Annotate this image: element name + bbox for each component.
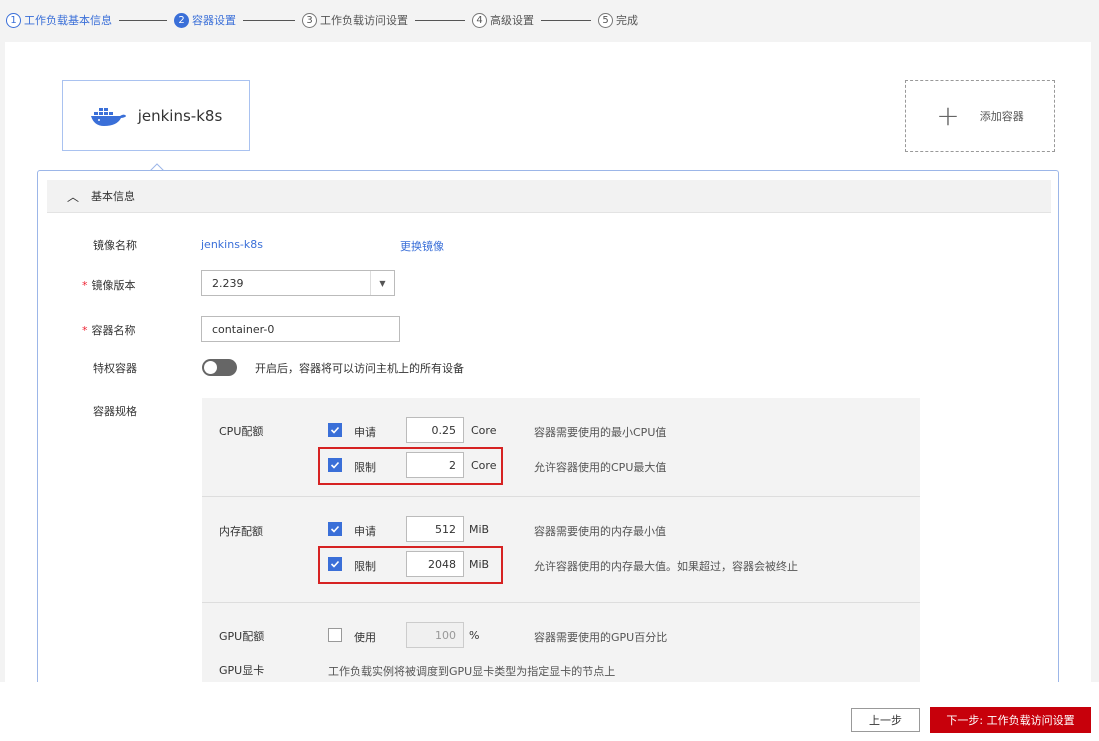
spec-divider (202, 602, 920, 603)
step-connector (541, 19, 591, 21)
checkmark-icon (330, 426, 340, 434)
memory-request-checkbox[interactable] (328, 522, 342, 536)
image-version-value: 2.239 (212, 276, 244, 290)
dropdown-arrow-icon: ▼ (370, 271, 394, 295)
spec-divider (202, 496, 920, 497)
gpu-use-label: 使用 (354, 631, 376, 644)
step-connector (415, 19, 465, 21)
image-version-select[interactable]: 2.239 ▼ (201, 270, 395, 296)
memory-request-label: 申请 (354, 525, 376, 538)
memory-request-unit: MiB (469, 523, 490, 536)
step-label: 高级设置 (490, 14, 534, 27)
container-settings-panel: jenkins-k8s + 添加容器 ︿ 基本信息 镜像名称 jenkins-k… (5, 42, 1091, 698)
previous-step-button[interactable]: 上一步 (851, 708, 920, 732)
image-name-label: 镜像名称 (93, 239, 137, 252)
privileged-hint: 开启后，容器将可以访问主机上的所有设备 (255, 362, 464, 375)
container-tab-jenkins-k8s[interactable]: jenkins-k8s (62, 80, 250, 151)
step-label: 完成 (616, 14, 638, 27)
gpu-quota-label: GPU配额 (219, 630, 265, 643)
required-mark: * (82, 324, 88, 337)
gpu-percent-unit: % (469, 629, 480, 642)
container-name-row-label: * 容器名称 (82, 322, 162, 338)
basic-info-section-header[interactable]: ︿ 基本信息 (47, 180, 1051, 213)
cpu-request-hint: 容器需要使用的最小CPU值 (534, 426, 667, 439)
cpu-quota-label: CPU配额 (219, 425, 264, 438)
step-5[interactable]: 5 完成 (598, 12, 638, 28)
step-4[interactable]: 4 高级设置 (472, 12, 534, 28)
wizard-footer: 上一步 下一步: 工作负载访问设置 (0, 682, 1099, 741)
spec-label: 容器规格 (93, 405, 137, 418)
gpu-use-checkbox[interactable] (328, 628, 342, 642)
container-config-box: ︿ 基本信息 镜像名称 jenkins-k8s 更换镜像 * 镜像版本 2.239… (37, 170, 1059, 698)
cpu-request-checkbox[interactable] (328, 423, 342, 437)
cpu-request-label: 申请 (354, 426, 376, 439)
step-number: 2 (174, 12, 189, 28)
plus-icon: + (936, 99, 960, 132)
memory-limit-highlight-box (318, 546, 503, 584)
cpu-limit-highlight-box (318, 447, 503, 485)
required-mark: * (82, 279, 88, 292)
cpu-request-input[interactable]: 0.25 (406, 417, 464, 443)
gpu-use-hint: 容器需要使用的GPU百分比 (534, 631, 668, 644)
step-number: 3 (302, 12, 317, 28)
container-spec-area: CPU配额 申请 0.25 Core 容器需要使用的最小CPU值 限制 2 Co… (202, 398, 920, 698)
step-2[interactable]: 2 容器设置 (174, 12, 236, 28)
checkmark-icon (330, 525, 340, 533)
cpu-request-value: 0.25 (431, 423, 457, 437)
add-container-label: 添加容器 (979, 110, 1024, 123)
toggle-knob (204, 361, 217, 374)
step-number: 5 (598, 12, 613, 28)
section-title: 基本信息 (91, 190, 136, 203)
cpu-limit-hint: 允许容器使用的CPU最大值 (534, 461, 667, 474)
container-tab-name: jenkins-k8s (137, 106, 223, 125)
image-version-label: 镜像版本 (91, 279, 136, 292)
container-name-value: container-0 (212, 322, 275, 336)
privileged-label: 特权容器 (93, 362, 137, 375)
wizard-steps: 1 工作负载基本信息 2 容器设置 3 工作负载访问设置 4 高级设置 5 完成 (0, 0, 1099, 40)
step-1[interactable]: 1 工作负载基本信息 (6, 12, 112, 28)
gpu-card-hint: 工作负载实例将被调度到GPU显卡类型为指定显卡的节点上 (328, 665, 616, 678)
docker-whale-icon (90, 107, 126, 126)
memory-limit-hint: 允许容器使用的内存最大值。如果超过，容器会被终止 (534, 560, 798, 573)
memory-request-hint: 容器需要使用的内存最小值 (534, 525, 666, 538)
step-number: 4 (472, 12, 487, 28)
memory-quota-label: 内存配额 (219, 525, 263, 538)
next-step-button[interactable]: 下一步: 工作负载访问设置 (930, 707, 1091, 733)
container-name-label: 容器名称 (91, 324, 136, 337)
step-number: 1 (6, 12, 21, 28)
gpu-percent-value: 100 (435, 628, 456, 642)
step-connector (243, 19, 295, 21)
step-3[interactable]: 3 工作负载访问设置 (302, 12, 408, 28)
memory-request-value: 512 (435, 522, 456, 536)
cpu-request-unit: Core (471, 424, 497, 437)
change-image-link[interactable]: 更换镜像 (400, 238, 444, 254)
image-version-row-label: * 镜像版本 (82, 277, 162, 293)
gpu-percent-input[interactable]: 100 (406, 622, 464, 648)
add-container-button[interactable]: + 添加容器 (905, 80, 1055, 152)
container-name-input[interactable]: container-0 (201, 316, 400, 342)
gpu-card-label: GPU显卡 (219, 664, 265, 677)
step-label: 工作负载访问设置 (320, 14, 408, 27)
step-label: 工作负载基本信息 (24, 14, 112, 27)
chevron-up-icon: ︿ (67, 189, 80, 204)
image-name-link[interactable]: jenkins-k8s (201, 238, 263, 251)
step-label: 容器设置 (192, 14, 236, 27)
privileged-toggle[interactable] (202, 359, 237, 376)
memory-request-input[interactable]: 512 (406, 516, 464, 542)
step-connector (119, 19, 167, 21)
